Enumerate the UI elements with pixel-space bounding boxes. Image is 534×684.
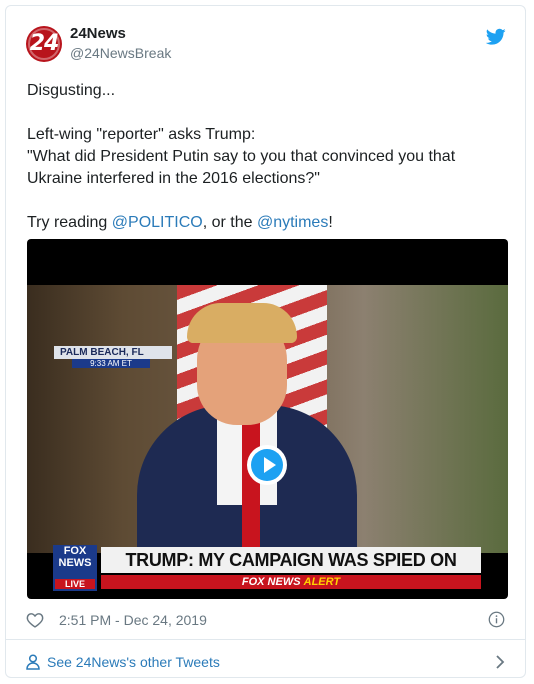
see-more-label[interactable]: See 24News's other Tweets — [47, 654, 220, 670]
see-more-tweets-link[interactable]: See 24News's other Tweets — [26, 651, 505, 675]
tweet-line: Try reading @POLITICO, or the @nytimes! — [27, 212, 507, 234]
play-icon — [264, 457, 276, 473]
video-frame: PALM BEACH, FL 9:33 AM ET FOX NEWS LIVE … — [27, 285, 508, 591]
alert-brand: FOX NEWS — [241, 576, 301, 588]
news-banner: FOX NEWS LIVE TRUMP: MY CAMPAIGN WAS SPI… — [53, 545, 481, 591]
logo-line: NEWS — [58, 557, 92, 569]
text-fragment: , or the — [202, 214, 257, 231]
text-fragment: ! — [328, 214, 333, 231]
tie-shape — [242, 420, 260, 553]
mention-nytimes-link[interactable]: @nytimes — [257, 214, 328, 231]
display-name[interactable]: 24News — [70, 25, 126, 42]
info-icon[interactable] — [488, 611, 505, 628]
alert-word: ALERT — [303, 576, 341, 588]
location-text: PALM BEACH, FL — [54, 346, 172, 359]
embedded-tweet-card: 24 24News @24NewsBreak Disgusting... Lef… — [5, 5, 526, 678]
fox-news-logo: FOX NEWS LIVE — [53, 545, 97, 591]
chevron-right-icon — [496, 655, 505, 669]
tweet-line: Disgusting... — [27, 82, 116, 99]
tweet-line: Left-wing "reporter" asks Trump: — [27, 126, 256, 143]
avatar[interactable]: 24 — [26, 26, 62, 62]
twitter-bird-icon[interactable] — [486, 28, 506, 46]
location-time: 9:33 AM ET — [72, 359, 150, 368]
location-lower-third: PALM BEACH, FL 9:33 AM ET — [54, 346, 172, 368]
tweet-header: 24 24News @24NewsBreak — [26, 24, 506, 68]
person-icon — [26, 654, 40, 670]
user-handle[interactable]: @24NewsBreak — [70, 45, 171, 61]
video-player[interactable]: PALM BEACH, FL 9:33 AM ET FOX NEWS LIVE … — [27, 239, 508, 599]
avatar-text: 24 — [29, 31, 60, 56]
text-fragment: Try reading — [27, 214, 112, 231]
hair-shape — [187, 303, 297, 343]
banner-headline: TRUMP: MY CAMPAIGN WAS SPIED ON — [101, 547, 481, 573]
heart-icon[interactable] — [26, 612, 44, 628]
tweet-timestamp[interactable]: 2:51 PM - Dec 24, 2019 — [59, 612, 207, 628]
alert-strip: FOX NEWS ALERT — [101, 575, 481, 589]
tweet-text: Disgusting... Left-wing "reporter" asks … — [27, 80, 507, 234]
divider — [6, 639, 525, 640]
logo-line: FOX — [63, 545, 87, 557]
mention-politico-link[interactable]: @POLITICO — [112, 214, 203, 231]
tweet-meta: 2:51 PM - Dec 24, 2019 — [26, 609, 505, 631]
tweet-quote: "What did President Putin say to you tha… — [27, 148, 456, 187]
live-badge: LIVE — [55, 579, 95, 589]
play-button[interactable] — [247, 445, 287, 485]
